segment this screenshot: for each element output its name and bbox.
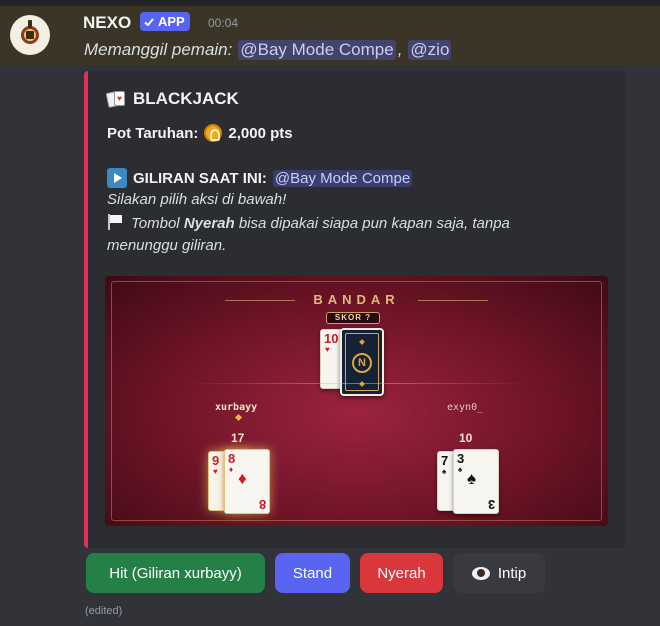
embed-title: ♥ BLACKJACK [105,89,239,109]
dealer-score: SKOR ? [326,312,380,324]
player-name-exyn0: exyn0_ [447,402,484,413]
hit-button[interactable]: Hit (Giliran xurbayy) [86,553,265,593]
bot-avatar[interactable] [10,15,50,55]
top-divider [0,0,660,6]
peek-button-label: Intip [497,564,527,582]
turn-label: GILIRAN SAAT INI: [133,169,267,187]
timestamp[interactable]: 00:04 [208,16,238,30]
player-name-xurbayy: xurbayy [215,402,258,413]
pot-label: Pot Taruhan: [107,124,199,142]
avatar-core [26,31,34,39]
blackjack-embed: ♥ BLACKJACK Pot Taruhan: 2,000 pts GILIR… [84,71,625,548]
peek-button[interactable]: Intip [453,553,545,593]
player2-card-2: 3 ♠ ♠ 3 [453,449,499,514]
note-line-1: Tombol Nyerah bisa dipakai siapa pun kap… [107,214,510,232]
player1-card-2-suit-small: ♦ [229,465,234,474]
summon-text: Memanggil pemain: [84,40,233,59]
player1-card-1-rank: 9 [212,453,220,468]
dealer-hidden-card: N [340,328,384,396]
player2-card-1-suit: ♠ [442,467,447,476]
player1-card-2: 8 ♦ ♦ 8 [224,449,270,514]
note-prefix: Tombol [131,215,184,232]
player1-card-2-rank-bottom: 8 [258,497,266,512]
dealer-card-rank: 10 [324,331,339,346]
card-back-logo: N [352,353,372,373]
playing-cards-icon: ♥ [105,90,127,108]
edited-label: (edited) [85,605,123,617]
app-badge: APP [140,12,190,31]
player2-card-2-suit-small: ♠ [458,465,463,474]
pot-line: Pot Taruhan: 2,000 pts [107,124,293,142]
player2-card-2-suit: ♠ [467,469,477,488]
note-line-2: menunggu giliran. [107,237,227,254]
play-icon [107,168,127,188]
surrender-button[interactable]: Nyerah [360,553,443,593]
summon-line: Memanggil pemain: @Bay Mode Compe , @zio [84,40,452,60]
player1-card-1-suit: ♥ [213,467,218,476]
app-badge-label: APP [158,14,185,29]
comma: , [397,40,403,59]
player2-card-2-rank-bottom: 3 [487,497,495,512]
note-rest: bisa dipakai siapa pun kapan saja, tanpa [234,215,510,232]
mention-zio[interactable]: @zio [408,40,452,60]
dealer-label: BANDAR [313,292,400,307]
dealer-card-suit: ♥ [325,345,330,354]
stand-button[interactable]: Stand [275,553,350,593]
player2-card-2-rank: 3 [457,451,465,466]
player1-card-2-suit: ♦ [238,469,247,488]
instruction-text: Silakan pilih aksi di bawah! [107,191,287,208]
blackjack-table-image[interactable]: BANDAR SKOR ? 10 ♥ N xurbayy 17 9 ♥ 8 ♦ … [105,276,608,526]
username[interactable]: NEXO [83,13,131,33]
avatar-bolt [28,20,32,28]
turn-line: GILIRAN SAAT INI: @Bay Mode Compe [107,168,413,188]
note-bold: Nyerah [183,215,235,232]
player-score-xurbayy: 17 [231,431,245,445]
player2-card-1-rank: 7 [441,453,449,468]
table-divider [185,383,528,384]
white-flag-icon [107,214,125,230]
embed-title-text: BLACKJACK [133,89,239,108]
pot-value: 2,000 pts [228,124,293,142]
coin-icon [204,124,223,142]
eye-icon [471,566,490,580]
check-icon [144,17,154,26]
mention-bay[interactable]: @Bay Mode Compe [238,40,396,60]
turn-mention[interactable]: @Bay Mode Compe [272,169,413,187]
player-score-exyn0: 10 [459,431,473,445]
player1-card-2-rank: 8 [228,451,236,466]
